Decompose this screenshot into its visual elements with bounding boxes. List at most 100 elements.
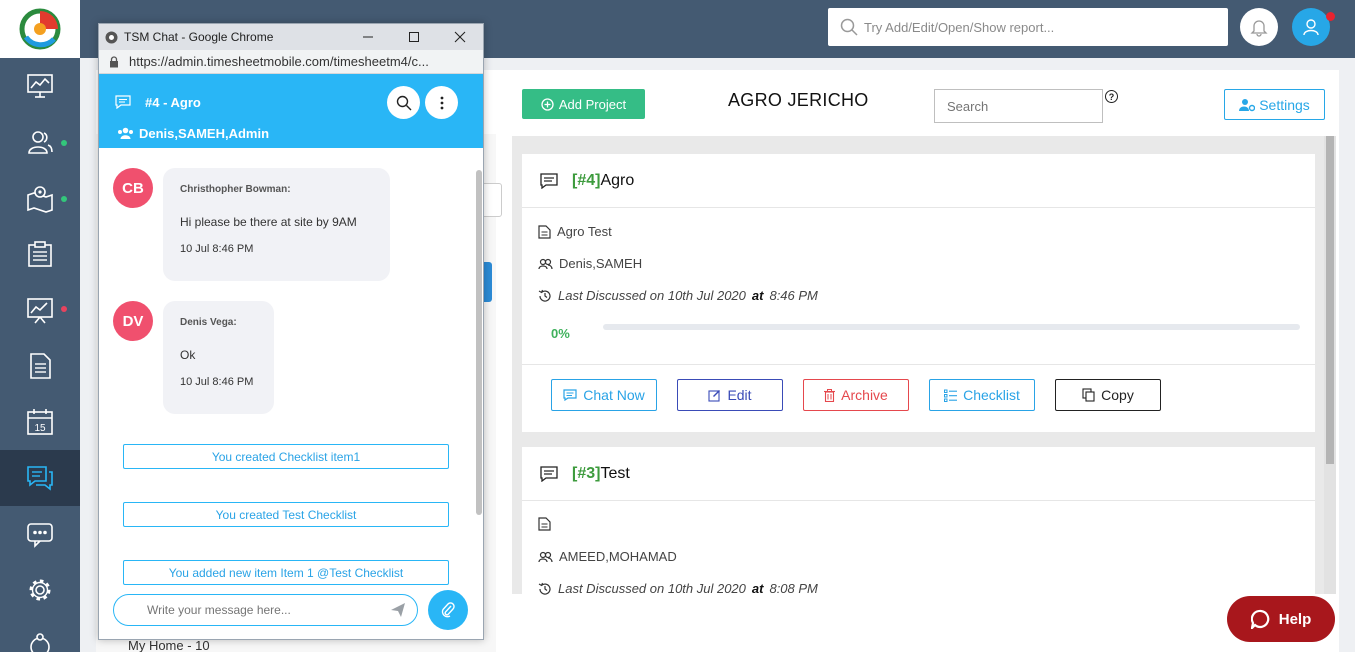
last-discussed-row: Last Discussed on 10th Jul 2020 at 8:08 … (538, 581, 818, 596)
sidebar-item-messages[interactable] (0, 506, 80, 562)
archive-button[interactable]: Archive (803, 379, 909, 411)
close-button[interactable] (437, 24, 483, 50)
message-bubble: Denis Vega: Ok 10 Jul 8:46 PM (163, 301, 274, 414)
project-description-row (538, 517, 557, 531)
project-card-title[interactable]: [#3]Test (572, 465, 630, 483)
network-icon (30, 633, 50, 652)
reports-status-dot (61, 306, 67, 312)
avatar: DV (113, 301, 153, 341)
edit-icon (708, 389, 721, 402)
last-discussed-time: 8:46 PM (769, 288, 818, 303)
message-composer[interactable] (113, 594, 418, 626)
chat-search-button[interactable] (387, 86, 420, 119)
map-location-icon (27, 186, 53, 213)
history-icon (538, 582, 551, 595)
lock-icon (110, 55, 118, 67)
sidebar-item-users[interactable] (0, 114, 80, 170)
project-members-row: Denis,SAMEH (538, 256, 642, 271)
avatar: CB (113, 168, 153, 208)
checklist-icon (944, 389, 958, 402)
project-number: [#4] (572, 171, 601, 189)
sidebar-item-map[interactable] (0, 170, 80, 226)
map-status-dot (61, 196, 67, 202)
project-members: Denis,SAMEH (559, 256, 643, 271)
message-time: 10 Jul 8:46 PM (180, 243, 254, 255)
members-icon (538, 258, 553, 269)
url-bar[interactable]: https://admin.timesheetmobile.com/timesh… (99, 50, 483, 74)
dashboard-icon (27, 74, 53, 98)
message-input[interactable] (147, 603, 377, 617)
chat-scrollbar[interactable] (476, 170, 482, 515)
last-discussed-row: Last Discussed on 10th Jul 2020 at 8:46 … (538, 288, 818, 303)
send-icon[interactable] (390, 602, 406, 618)
checklist-label: Checklist (963, 387, 1020, 403)
users-status-dot (61, 140, 67, 146)
url-text: https://admin.timesheetmobile.com/timesh… (129, 54, 429, 69)
maximize-button[interactable] (391, 24, 437, 50)
app-logo[interactable] (0, 0, 80, 58)
settings-button[interactable]: Settings (1224, 89, 1325, 120)
archive-label: Archive (841, 387, 888, 403)
document-icon (538, 517, 551, 531)
help-button[interactable]: Help (1227, 596, 1335, 642)
gear-icon (29, 579, 51, 601)
project-card: [#3]Test AMEED,MOHAMAD Last Discussed on… (522, 447, 1315, 596)
checklist-button[interactable]: Checklist (929, 379, 1035, 411)
sidebar-item-settings[interactable] (0, 562, 80, 618)
project-search-input[interactable] (934, 89, 1103, 123)
global-search-placeholder: Try Add/Edit/Open/Show report... (864, 19, 1055, 35)
project-card-header: [#4]Agro (522, 154, 1315, 208)
user-icon (1303, 19, 1319, 36)
bell-icon (1250, 20, 1268, 37)
maximize-icon (409, 32, 419, 42)
notifications-button[interactable] (1240, 8, 1278, 46)
chat-now-button[interactable]: Chat Now (551, 379, 657, 411)
add-project-button[interactable]: Add Project (522, 89, 645, 119)
sidebar-item-network[interactable] (0, 618, 80, 652)
sidebar-item-clipboard[interactable] (0, 226, 80, 282)
cards-scrollbar-thumb[interactable] (1326, 136, 1334, 464)
system-message[interactable]: You created Checklist item1 (123, 444, 449, 469)
sidebar-item-reports[interactable] (0, 282, 80, 338)
chat-bubble-icon (540, 172, 558, 189)
system-message[interactable]: You created Test Checklist (123, 502, 449, 527)
document-icon (538, 224, 551, 239)
history-icon (538, 289, 551, 302)
sidebar-item-dashboard[interactable] (0, 58, 80, 114)
help-label: Help (1278, 610, 1312, 628)
left-list-item[interactable]: My Home - 10 (128, 638, 210, 652)
copy-label: Copy (1101, 387, 1134, 403)
copy-icon (1082, 388, 1095, 402)
sidebar-item-calendar[interactable]: 15 (0, 394, 80, 450)
members-icon (538, 551, 553, 562)
help-question-icon[interactable]: ? (1105, 90, 1118, 103)
minimize-button[interactable] (345, 24, 391, 50)
user-profile-button[interactable] (1292, 8, 1330, 46)
message-text: Ok (180, 348, 196, 362)
card-divider (522, 364, 1315, 365)
paperclip-icon (441, 602, 455, 618)
attach-button[interactable] (428, 590, 468, 630)
clipboard-icon (28, 241, 52, 267)
document-icon (30, 353, 51, 379)
users-gear-icon (1239, 98, 1256, 111)
chat-menu-button[interactable] (425, 86, 458, 119)
project-number: [#3] (572, 464, 601, 482)
sidebar-item-documents[interactable] (0, 338, 80, 394)
last-discussed-at: at (751, 288, 764, 303)
close-icon (454, 31, 466, 43)
sidebar: 15 (0, 0, 80, 652)
last-discussed-at: at (751, 581, 764, 596)
project-card-title[interactable]: [#4]Agro (572, 172, 634, 190)
global-search-box[interactable]: Try Add/Edit/Open/Show report... (828, 8, 1228, 46)
copy-button[interactable]: Copy (1055, 379, 1161, 411)
chat-messages: CB Christhopher Bowman: Hi please be the… (99, 148, 483, 588)
chat-title: #4 - Agro (145, 95, 201, 110)
window-titlebar[interactable]: TSM Chat - Google Chrome (99, 24, 483, 50)
edit-button[interactable]: Edit (677, 379, 783, 411)
system-message[interactable]: You added new item Item 1 @Test Checklis… (123, 560, 449, 585)
chat-icon (27, 466, 53, 491)
sidebar-item-chat[interactable] (0, 450, 80, 506)
last-discussed-prefix: Last Discussed on 10th Jul 2020 (558, 288, 746, 303)
project-members: AMEED,MOHAMAD (559, 549, 677, 564)
